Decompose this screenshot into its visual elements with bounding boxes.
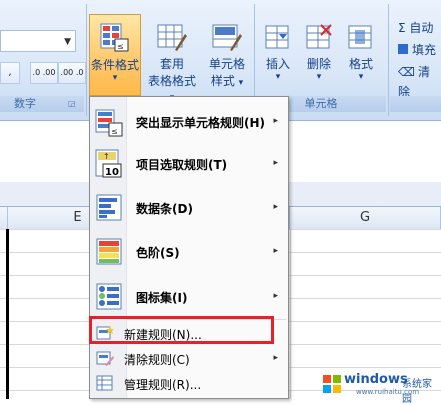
svg-text:≤: ≤ — [117, 42, 124, 51]
group-separator — [388, 4, 389, 116]
column-header-prev[interactable] — [0, 207, 8, 229]
submenu-arrow-icon: ▸ — [273, 116, 278, 126]
chevron-down-icon: ▾ — [238, 78, 244, 88]
menu-item-label: 色阶(S) — [136, 246, 180, 260]
clear-button[interactable]: ⌫ 清除 — [398, 62, 441, 99]
number-format-combo[interactable]: ▼ — [0, 30, 76, 52]
insert-cells-icon — [263, 22, 293, 52]
autosum-button[interactable]: Σ 自动 — [398, 18, 433, 38]
menu-item-label: 管理规则(R)... — [124, 378, 202, 392]
cell-style-icon — [212, 22, 242, 52]
watermark-url: www.ruihaitu.com — [356, 388, 420, 396]
manage-rules-icon — [96, 375, 113, 391]
apply-table-label-2: 表格格式 — [147, 74, 196, 88]
delete-cells-icon — [304, 22, 334, 52]
menu-item-icon-sets[interactable]: 图标集(I) ▸ — [90, 275, 288, 318]
cell-style-button[interactable]: 单元格 样式 ▾ — [202, 14, 252, 96]
fill-button[interactable]: 填充 — [398, 40, 436, 60]
insert-label: 插入 — [265, 57, 290, 71]
svg-text:≤: ≤ — [111, 127, 118, 136]
format-button[interactable]: 格式 ▾ — [340, 14, 382, 82]
submenu-arrow-icon: ▸ — [273, 202, 278, 212]
windows-logo-icon — [323, 375, 341, 393]
svg-text:10: 10 — [105, 167, 119, 178]
dialog-launcher-icon[interactable]: ◲ — [68, 99, 76, 108]
menu-item-clear-rules[interactable]: 清除规则(C) ▸ — [90, 347, 288, 369]
menu-item-highlight-rules[interactable]: ≤ 突出显示单元格规则(H) ▸ — [90, 101, 288, 143]
menu-item-label: 突出显示单元格规则(H) — [136, 116, 266, 130]
fill-icon — [398, 44, 408, 54]
chevron-down-icon: ▼ — [64, 37, 71, 47]
menu-item-label: 图标集(I) — [136, 291, 188, 305]
grid-column-line — [290, 229, 291, 399]
selected-range-border — [6, 229, 9, 399]
chevron-down-icon: ▾ — [275, 72, 281, 82]
data-bars-icon — [96, 194, 122, 221]
comma-style-button[interactable]: , — [0, 62, 20, 84]
cell-style-label-2: 样式 — [210, 74, 235, 88]
group-separator — [86, 4, 87, 116]
watermark-logo: windows 系统家园 www.ruihaitu.com — [322, 372, 440, 405]
clear-rules-icon — [96, 351, 114, 366]
delete-label: 删除 — [306, 57, 331, 71]
conditional-format-label: 条件格式 — [90, 58, 139, 72]
apply-table-label-1: 套用 — [159, 57, 184, 71]
chevron-down-icon: ▾ — [112, 73, 118, 83]
apply-table-format-button[interactable]: 套用 表格格式 ▾ — [144, 14, 200, 103]
menu-item-label: 清除规则(C) — [124, 353, 190, 367]
color-scales-icon — [96, 238, 122, 265]
submenu-arrow-icon: ▸ — [273, 246, 278, 256]
menu-item-label: 数据条(D) — [136, 202, 193, 216]
conditional-format-icon: ≤ — [100, 23, 130, 53]
cell-style-label-1: 单元格 — [208, 57, 245, 71]
menu-item-manage-rules[interactable]: 管理规则(R)... — [90, 372, 288, 394]
editing-group-label — [390, 96, 441, 112]
top-bottom-icon: ↑ 10 — [95, 149, 122, 178]
svg-text:↑: ↑ — [103, 152, 110, 161]
menu-item-top-bottom-rules[interactable]: ↑ 10 项目选取规则(T) ▸ — [90, 143, 288, 185]
menu-item-label: 项目选取规则(T) — [136, 158, 228, 172]
format-label: 格式 — [348, 57, 373, 71]
submenu-arrow-icon: ▸ — [273, 291, 278, 301]
menu-item-color-scales[interactable]: 色阶(S) ▸ — [90, 230, 288, 274]
eraser-icon: ⌫ — [398, 65, 415, 79]
submenu-arrow-icon: ▸ — [273, 158, 278, 168]
highlight-cells-icon: ≤ — [95, 109, 123, 137]
watermark-text: windows — [344, 372, 408, 387]
submenu-arrow-icon: ▸ — [273, 353, 278, 363]
column-header-g[interactable]: G — [290, 207, 441, 229]
chevron-down-icon: ▾ — [316, 72, 322, 82]
decrease-decimal-button[interactable]: .00 .0 — [58, 62, 86, 84]
conditional-format-menu: ≤ 突出显示单元格规则(H) ▸ ↑ 10 项目选取规则(T) ▸ 数据条(D)… — [89, 96, 289, 399]
format-cells-icon — [346, 22, 376, 52]
delete-button[interactable]: 删除 ▾ — [298, 14, 340, 82]
highlight-annotation-box — [89, 316, 274, 344]
conditional-format-button[interactable]: ≤ 条件格式 ▾ — [89, 14, 141, 96]
increase-decimal-button[interactable]: .0 .00 — [30, 62, 58, 84]
chevron-down-icon: ▾ — [358, 72, 364, 82]
menu-item-data-bars[interactable]: 数据条(D) ▸ — [90, 186, 288, 229]
table-format-icon — [157, 22, 187, 52]
icon-sets-icon — [96, 283, 122, 310]
insert-button[interactable]: 插入 ▾ — [258, 14, 298, 82]
